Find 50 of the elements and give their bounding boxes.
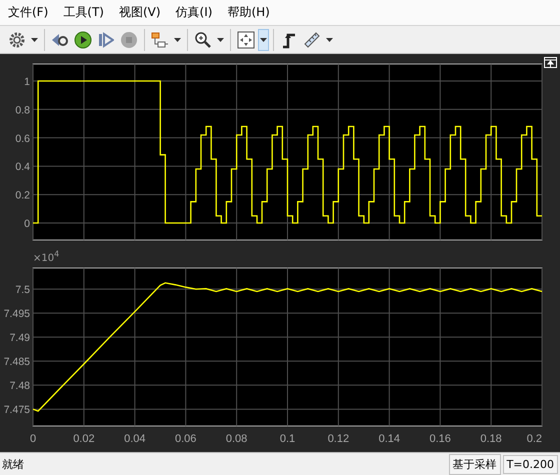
tick-label: 0.06 xyxy=(175,433,196,445)
menu-item[interactable]: 工具(T) xyxy=(57,4,113,21)
simulation-time: T=0.200 xyxy=(502,454,558,474)
gear-icon xyxy=(9,32,25,48)
caret-icon xyxy=(326,38,333,42)
caret-icon xyxy=(217,38,224,42)
tick-label: 7.495 xyxy=(4,308,30,320)
axis-exponent-label: ×10$^{4}$ xyxy=(33,252,60,266)
caret-icon xyxy=(31,38,38,42)
step-back-icon xyxy=(51,32,69,48)
stop-icon xyxy=(120,30,138,48)
fit-button[interactable] xyxy=(235,28,257,50)
tick-label: 1 xyxy=(24,76,30,88)
caret-icon xyxy=(260,38,267,42)
tick-label: 7.485 xyxy=(4,356,30,368)
menu-item[interactable]: 仿真(I) xyxy=(170,4,222,21)
menu-item[interactable]: 帮助(H) xyxy=(221,4,279,21)
tick-label: 7.475 xyxy=(4,404,30,416)
tick-label: 0.04 xyxy=(124,433,146,445)
tick-label: 0.14 xyxy=(378,433,400,445)
zoom-in-icon xyxy=(194,30,212,48)
tick-label: 0.6 xyxy=(15,132,30,145)
undock-icon[interactable] xyxy=(544,57,557,68)
block-diagram-icon xyxy=(151,32,169,48)
tick-label: 0 xyxy=(30,433,36,445)
tick-label: 0.12 xyxy=(328,433,350,445)
tick-label: 7.49 xyxy=(10,332,30,344)
tick-label: 0 xyxy=(24,218,30,230)
caret-icon xyxy=(174,38,181,42)
dropdown-button[interactable] xyxy=(258,28,269,50)
ruler-icon xyxy=(303,30,321,48)
menu-item[interactable]: 文件(F) xyxy=(2,4,58,21)
sampling-mode: 基于采样 xyxy=(448,454,501,474)
tick-label: 0.02 xyxy=(73,433,95,445)
menu-item[interactable]: 视图(V) xyxy=(112,4,170,21)
tick-label: 0.08 xyxy=(226,433,248,445)
tick-label: 0.8 xyxy=(15,104,30,116)
step-forward-icon xyxy=(98,32,114,48)
status-message: 就绪 xyxy=(1,456,24,472)
tick-label: 0.2 xyxy=(15,190,30,202)
tick-label: 0.2 xyxy=(526,433,542,445)
fit-to-view-icon xyxy=(237,30,255,48)
run-icon xyxy=(74,30,92,48)
tick-label: 0.4 xyxy=(15,161,30,174)
tick-label: 7.5 xyxy=(15,284,30,296)
run-button[interactable] xyxy=(72,28,94,50)
tick-label: 0.16 xyxy=(430,433,451,445)
tick-label: 0.1 xyxy=(280,433,296,445)
tick-label: 0.18 xyxy=(480,433,502,445)
tick-label: 7.48 xyxy=(10,380,30,392)
